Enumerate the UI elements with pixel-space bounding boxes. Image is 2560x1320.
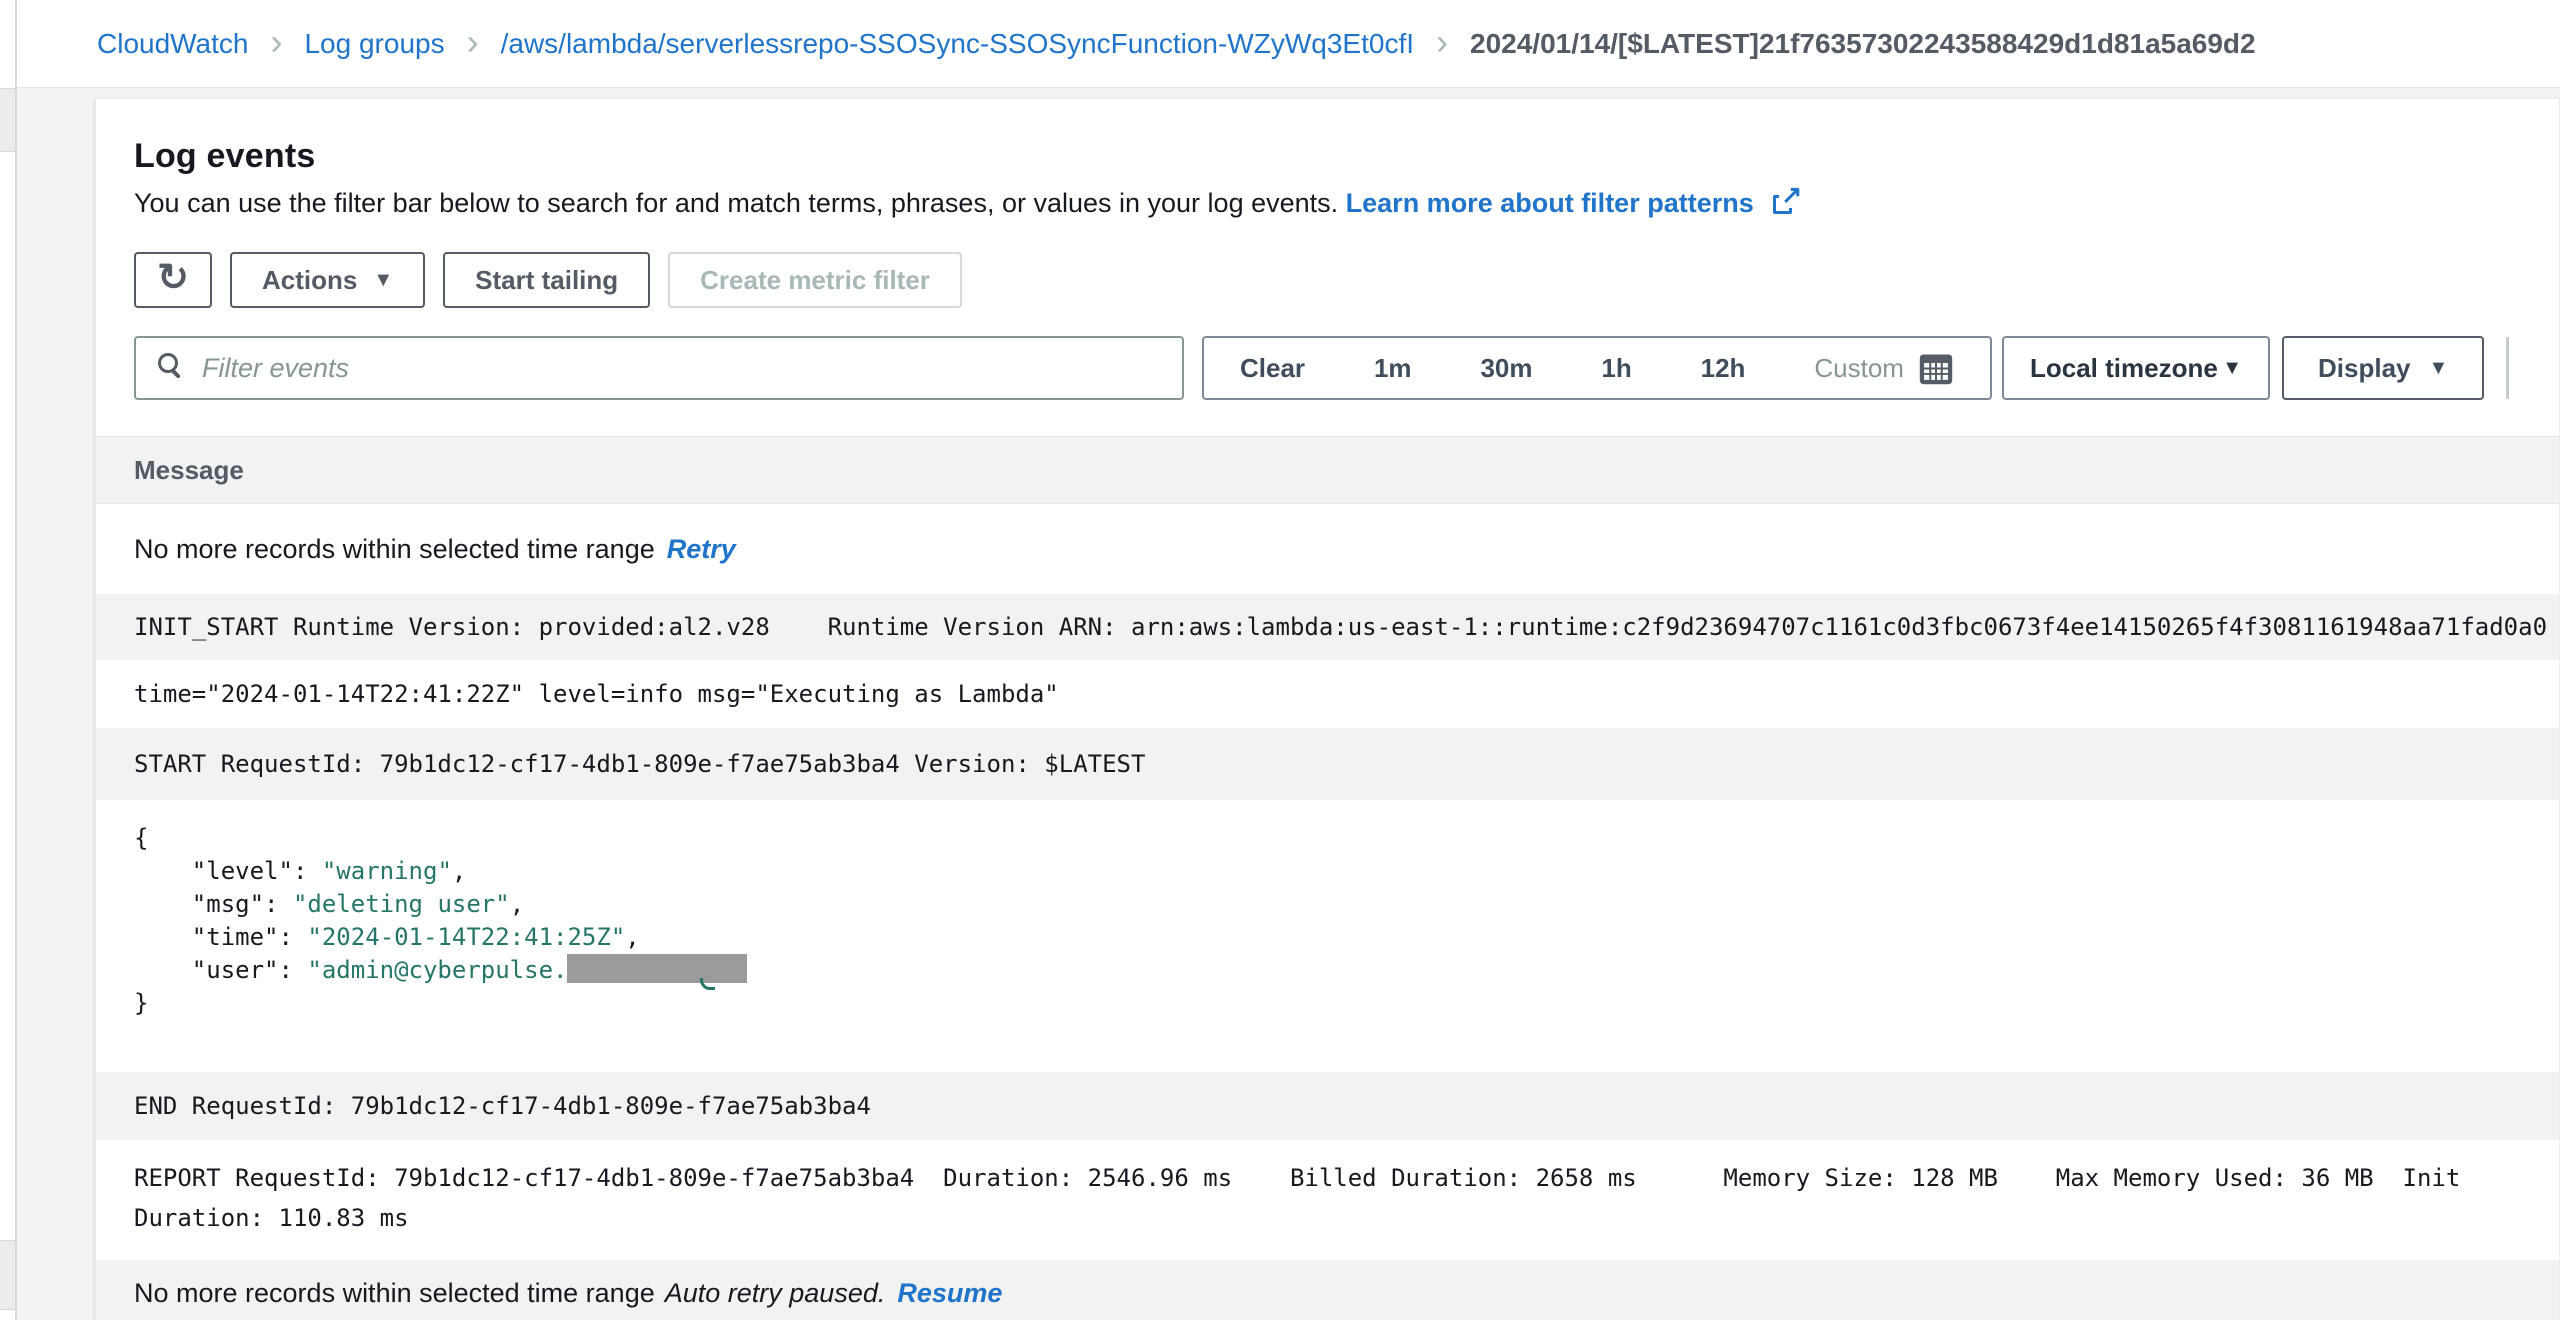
filter-events-input[interactable] <box>134 336 1184 400</box>
description-text: You can use the filter bar below to sear… <box>134 188 1338 218</box>
display-dropdown[interactable]: Display ▼ <box>2282 336 2484 400</box>
message-column-header: Message <box>96 436 2559 504</box>
breadcrumb-separator-icon: › <box>467 24 479 60</box>
log-events-panel: Log events You can use the filter bar be… <box>95 98 2560 1320</box>
external-link-icon: ↗ <box>1773 190 1797 214</box>
breadcrumb: CloudWatch › Log groups › /aws/lambda/server… <box>97 26 2256 62</box>
panel-header: Log events You can use the filter bar be… <box>96 99 2559 400</box>
banner-text: No more records within selected time ran… <box>134 1278 655 1309</box>
learn-more-link[interactable]: Learn more about filter patterns <box>1346 188 1754 218</box>
actions-button[interactable]: Actions▼ <box>230 252 425 308</box>
clear-time-button[interactable]: Clear <box>1240 353 1305 384</box>
log-event-row[interactable]: time="2024-01-14T22:41:22Z" level=info m… <box>96 660 2559 728</box>
chevron-down-icon: ▼ <box>2429 358 2449 378</box>
custom-time-button[interactable]: Custom <box>1814 350 1954 386</box>
log-event-row[interactable]: START RequestId: 79b1dc12-cf17-4db1-809e… <box>96 728 2559 800</box>
retry-link[interactable]: Retry <box>667 534 736 565</box>
breadcrumb-separator-icon: › <box>1436 24 1448 60</box>
panel-description: You can use the filter bar below to sear… <box>134 186 2521 220</box>
no-more-records-banner-top: No more records within selected time ran… <box>96 504 2559 594</box>
log-event-row[interactable]: INIT_START Runtime Version: provided:al2… <box>96 594 2559 660</box>
redaction-box <box>567 954 747 983</box>
time-preset-button[interactable]: 1m <box>1374 353 1412 384</box>
time-preset-button[interactable]: 12h <box>1701 353 1746 384</box>
page-title: Log events <box>134 137 2521 176</box>
log-event-row[interactable]: REPORT RequestId: 79b1dc12-cf17-4db1-809… <box>96 1140 2559 1260</box>
chevron-down-icon: ▼ <box>2222 358 2242 378</box>
log-event-row[interactable]: END RequestId: 79b1dc12-cf17-4db1-809e-f… <box>96 1072 2559 1140</box>
time-range-group: Clear 1m 30m 1h 12h Custom <box>1202 336 1992 400</box>
resume-link[interactable]: Resume <box>897 1278 1002 1309</box>
filter-toolbar: Clear 1m 30m 1h 12h Custom Local timezone ▼… <box>134 336 2521 400</box>
banner-text: No more records within selected time ran… <box>134 534 655 565</box>
time-preset-button[interactable]: 1h <box>1601 353 1631 384</box>
log-events-list: INIT_START Runtime Version: provided:al2… <box>96 594 2559 1260</box>
toolbar-divider <box>2506 337 2509 399</box>
no-more-records-banner-bottom: No more records within selected time ran… <box>96 1260 2559 1320</box>
timezone-dropdown[interactable]: Local timezone ▼ <box>2002 336 2270 400</box>
breadcrumb-item: 2024/01/14/[$LATEST]21f76357302243588429… <box>1470 28 2256 60</box>
refresh-button[interactable]: ↻ <box>134 252 212 308</box>
sidebar-section <box>0 1240 15 1310</box>
sidebar-section <box>0 88 15 152</box>
breadcrumb-item[interactable]: CloudWatch <box>97 28 248 60</box>
time-preset-button[interactable]: 30m <box>1480 353 1532 384</box>
refresh-icon: ↻ <box>157 259 189 297</box>
auto-retry-status: Auto retry paused. <box>665 1278 886 1309</box>
breadcrumb-separator-icon: › <box>270 24 282 60</box>
breadcrumb-bar: CloudWatch › Log groups › /aws/lambda/server… <box>0 0 2560 88</box>
collapsed-sidebar[interactable] <box>0 0 17 1320</box>
actions-toolbar: ↻ Actions▼ Start tailing Create metric f… <box>134 252 2521 308</box>
breadcrumb-item[interactable]: Log groups <box>304 28 444 60</box>
filter-events-box[interactable] <box>134 336 1184 400</box>
create-metric-filter-button[interactable]: Create metric filter <box>668 252 962 308</box>
breadcrumb-item[interactable]: /aws/lambda/serverlessrepo-SSOSync-SSOSy… <box>501 28 1414 60</box>
search-icon <box>158 353 178 373</box>
calendar-icon <box>1918 350 1954 386</box>
start-tailing-button[interactable]: Start tailing <box>443 252 650 308</box>
log-event-row-json[interactable]: { "level": "warning", "msg": "deleting u… <box>96 800 2559 1072</box>
chevron-down-icon: ▼ <box>373 270 393 290</box>
